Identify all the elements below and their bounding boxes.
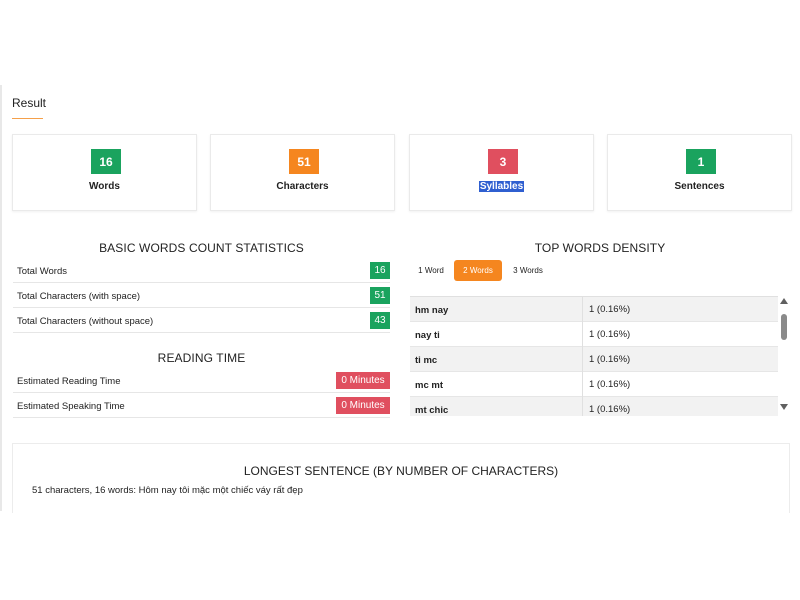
table-row: nay ti 1 (0.16%)	[410, 322, 778, 347]
row-value-badge: 0 Minutes	[336, 397, 390, 414]
row-label: Total Characters (with space)	[17, 291, 141, 302]
table-row: mt chic 1 (0.16%)	[410, 397, 778, 416]
basic-stats-title: BASIC WORDS COUNT STATISTICS	[99, 241, 304, 255]
table-row: mc mt 1 (0.16%)	[410, 372, 778, 397]
row-value-badge: 16	[370, 262, 390, 279]
syllables-count-badge: 3	[488, 149, 518, 174]
density-count: 1 (0.16%)	[582, 297, 630, 322]
density-count: 1 (0.16%)	[582, 322, 630, 347]
density-word: mt chic	[415, 405, 449, 416]
density-word: hm nay	[415, 305, 449, 316]
table-row: Estimated Reading Time 0 Minutes	[13, 369, 390, 393]
scroll-down-arrow-icon[interactable]	[780, 404, 788, 410]
reading-time-title: READING TIME	[157, 351, 246, 365]
table-row: Estimated Speaking Time 0 Minutes	[13, 394, 390, 418]
density-table[interactable]: hm nay 1 (0.16%) nay ti 1 (0.16%) ti mc …	[410, 296, 778, 416]
words-label: Words	[89, 181, 120, 192]
characters-count-badge: 51	[289, 149, 319, 174]
table-row: Total Words 16	[13, 259, 390, 283]
table-row: Total Characters (with space) 51	[13, 284, 390, 308]
table-row: Total Characters (without space) 43	[13, 309, 390, 333]
sentences-label: Sentences	[674, 181, 725, 192]
density-count: 1 (0.16%)	[582, 347, 630, 372]
syllables-label-wrap: Syllables	[410, 181, 593, 192]
tab-3-words[interactable]: 3 Words	[506, 260, 550, 281]
row-label: Total Words	[17, 266, 67, 277]
result-heading: Result	[12, 96, 47, 110]
density-count: 1 (0.16%)	[582, 397, 630, 416]
characters-label: Characters	[276, 181, 329, 192]
longest-sentence-text: 51 characters, 16 words: Hôm nay tôi mặc…	[32, 485, 303, 496]
stat-card-words: 16 Words	[12, 134, 197, 211]
result-heading-underline	[12, 118, 43, 119]
density-word: ti mc	[415, 355, 438, 366]
row-value-badge: 0 Minutes	[336, 372, 390, 389]
tab-2-words[interactable]: 2 Words	[454, 260, 502, 281]
scroll-thumb[interactable]	[781, 314, 787, 340]
stat-card-characters: 51 Characters	[210, 134, 395, 211]
row-label: Total Characters (without space)	[17, 316, 154, 327]
density-word: mc mt	[415, 380, 443, 391]
stat-card-syllables: 3 Syllables	[409, 134, 594, 211]
row-value-badge: 43	[370, 312, 390, 329]
row-label: Estimated Reading Time	[17, 376, 121, 387]
density-count: 1 (0.16%)	[582, 372, 630, 397]
table-row: ti mc 1 (0.16%)	[410, 347, 778, 372]
density-scrollbar[interactable]	[779, 298, 790, 416]
row-label: Estimated Speaking Time	[17, 401, 125, 412]
syllables-label[interactable]: Syllables	[478, 181, 525, 192]
sentences-count-badge: 1	[686, 149, 716, 174]
density-word: nay ti	[415, 330, 440, 341]
longest-sentence-title: LONGEST SENTENCE (BY NUMBER OF CHARACTER…	[243, 464, 559, 478]
table-row: hm nay 1 (0.16%)	[410, 297, 778, 322]
stat-card-sentences: 1 Sentences	[607, 134, 792, 211]
longest-sentence-card: LONGEST SENTENCE (BY NUMBER OF CHARACTER…	[12, 443, 790, 513]
tab-1-word[interactable]: 1 Word	[412, 260, 450, 281]
words-count-badge: 16	[91, 149, 121, 174]
density-title: TOP WORDS DENSITY	[534, 241, 666, 255]
row-value-badge: 51	[370, 287, 390, 304]
scroll-up-arrow-icon[interactable]	[780, 298, 788, 304]
